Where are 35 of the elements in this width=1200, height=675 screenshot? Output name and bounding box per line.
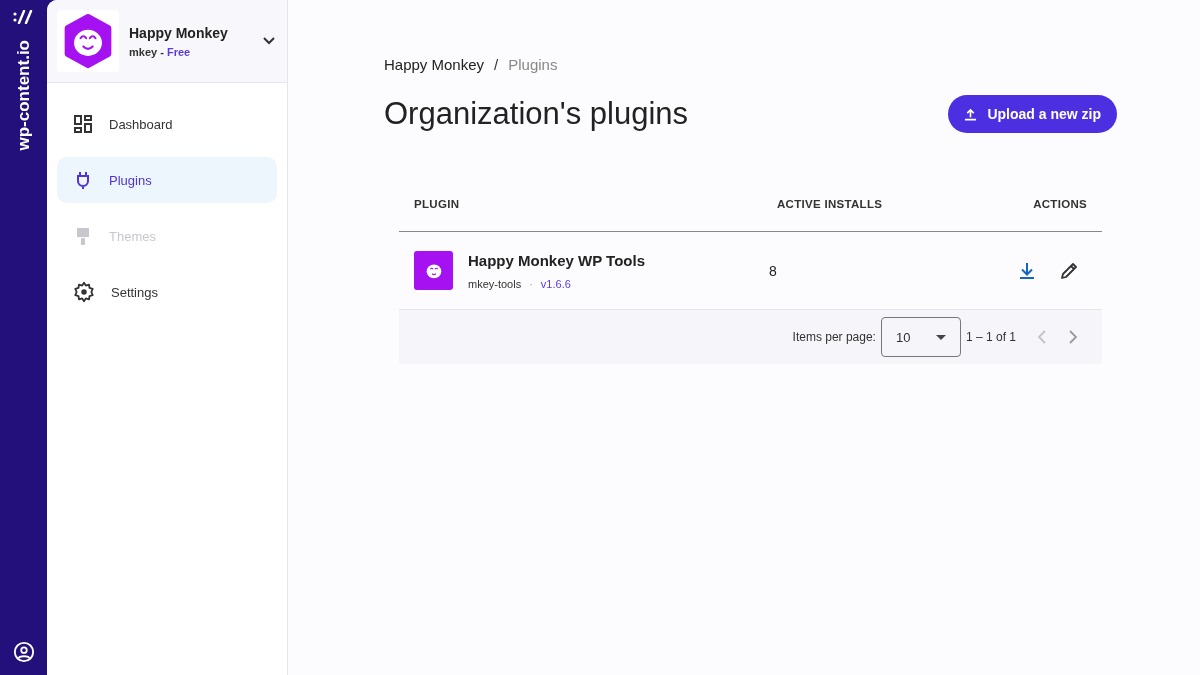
brand-name: wp-content.io bbox=[13, 40, 34, 151]
dashboard-icon bbox=[73, 114, 93, 134]
dropdown-caret-icon bbox=[935, 334, 946, 340]
upload-button[interactable]: Upload a new zip bbox=[948, 95, 1117, 133]
account-icon[interactable] bbox=[12, 641, 35, 663]
logo-icon bbox=[12, 10, 35, 24]
table-cell-text: 8 bbox=[769, 262, 778, 279]
nav-item[interactable]: Settings bbox=[57, 269, 277, 315]
settings-icon bbox=[73, 281, 95, 303]
organization-plan: mkey - Free bbox=[129, 45, 192, 58]
page-range: 1 – 1 of 1 bbox=[965, 330, 1016, 344]
breadcrumb-item: Plugins bbox=[508, 56, 558, 73]
page-title: Organization's plugins bbox=[384, 96, 689, 132]
monkey-logo-icon bbox=[414, 251, 453, 290]
monkey-logo-icon bbox=[57, 10, 119, 72]
separator-dot: · bbox=[529, 277, 533, 290]
nav-item[interactable]: Dashboard bbox=[57, 101, 277, 147]
plugin-name: Happy Monkey WP Tools bbox=[468, 251, 645, 269]
column-header: PLUGIN bbox=[414, 198, 461, 210]
download-icon[interactable] bbox=[1017, 260, 1037, 281]
column-header: ACTIVE INSTALLS bbox=[777, 198, 884, 210]
nav-item[interactable]: Plugins bbox=[57, 157, 277, 203]
column-header: ACTIONS bbox=[1032, 198, 1087, 210]
next-page-icon[interactable] bbox=[1068, 330, 1078, 344]
page-size-select[interactable]: 10 bbox=[880, 317, 961, 357]
plugin-version: v1.6.6 bbox=[540, 277, 571, 290]
items-per-page-label: Items per page: bbox=[792, 330, 876, 344]
organization-switcher[interactable]: Happy Monkey mkey - Free bbox=[47, 0, 287, 83]
organization-name: Happy Monkey bbox=[129, 24, 229, 41]
breadcrumb-item[interactable]: Happy Monkey bbox=[384, 56, 485, 73]
chevron-down-icon bbox=[263, 37, 275, 45]
plugin-slug: mkey-tools bbox=[468, 277, 522, 290]
pencil-icon[interactable] bbox=[1059, 260, 1079, 281]
breadcrumb-separator: / bbox=[494, 56, 499, 73]
upload-icon bbox=[964, 107, 978, 121]
